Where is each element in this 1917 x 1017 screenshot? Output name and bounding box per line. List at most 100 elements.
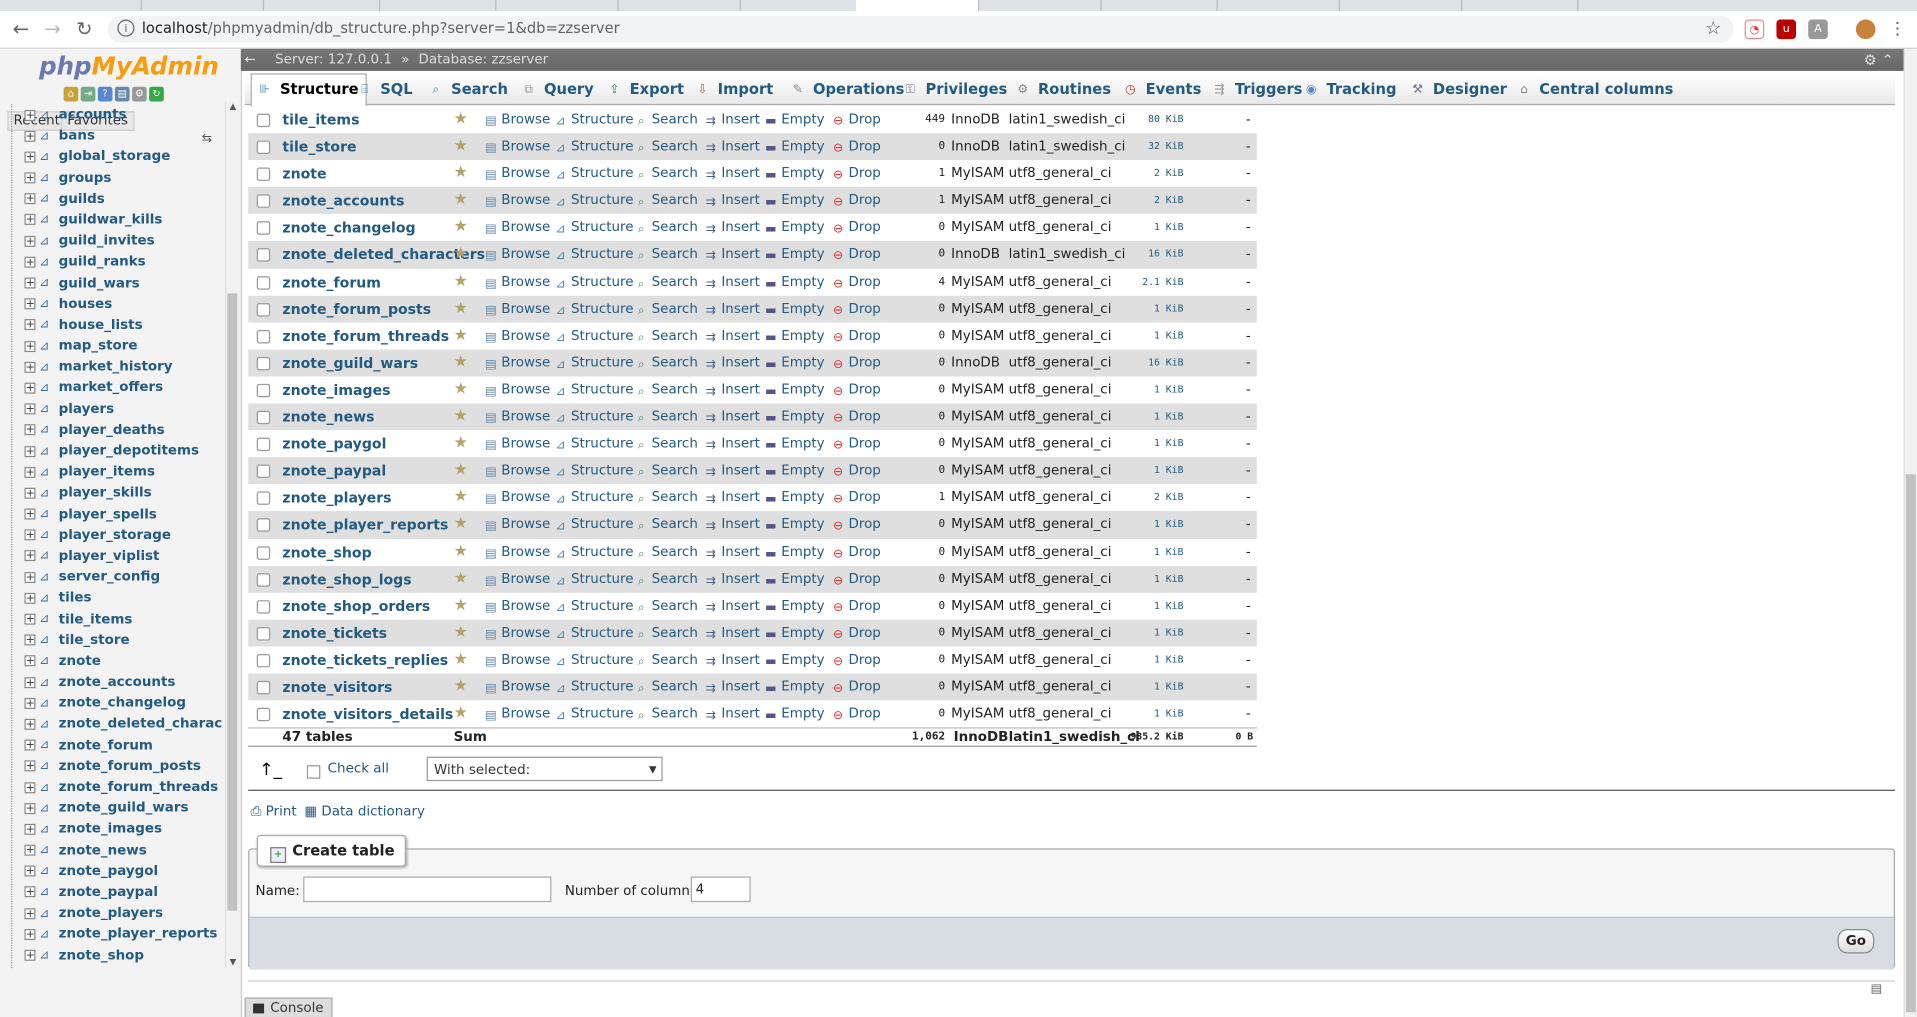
favorite-star-icon[interactable]: ★ — [454, 376, 468, 403]
structure-action[interactable]: ⊿ Structure — [554, 349, 633, 376]
favorite-star-icon[interactable]: ★ — [454, 322, 468, 349]
table-icon[interactable]: ⊿ — [39, 654, 54, 667]
table-size[interactable]: 1 KiB — [1104, 592, 1183, 619]
structure-action[interactable]: ⊿ Structure — [554, 241, 633, 268]
table-icon[interactable]: ⊿ — [39, 255, 54, 268]
tree-item-label[interactable]: houses — [59, 295, 113, 311]
tree-item[interactable]: + ⊿ znote_shop — [24, 944, 222, 965]
structure-action[interactable]: ⊿ Structure — [554, 674, 633, 701]
tree-item[interactable]: + ⊿ znote_paygol — [24, 860, 222, 881]
insert-action[interactable]: ⇉ Insert — [704, 322, 760, 349]
tree-item[interactable]: + ⊿ tile_store — [24, 629, 222, 650]
tree-item[interactable]: + ⊿ guild_wars — [24, 272, 222, 293]
expand-icon[interactable]: + — [24, 886, 36, 898]
structure-action[interactable]: ⊿ Structure — [554, 565, 633, 592]
structure-action[interactable]: ⊿ Structure — [554, 187, 633, 214]
empty-action[interactable]: ▬ Empty — [764, 133, 825, 160]
structure-action[interactable]: ⊿ Structure — [554, 376, 633, 403]
expand-icon[interactable]: + — [24, 403, 36, 415]
row-checkbox[interactable] — [256, 572, 271, 587]
tree-item[interactable]: + ⊿ player_deaths — [24, 419, 222, 440]
table-icon[interactable]: ⊿ — [39, 150, 54, 163]
tree-item[interactable]: + ⊿ znote_paypal — [24, 881, 222, 902]
empty-action[interactable]: ▬ Empty — [764, 674, 825, 701]
tree-item-label[interactable]: guildwar_kills — [59, 211, 163, 227]
tree-item-label[interactable]: map_store — [59, 337, 138, 353]
tree-item[interactable]: + ⊿ znote_accounts — [24, 671, 222, 692]
search-action[interactable]: ⌕ Search — [635, 376, 698, 403]
structure-action[interactable]: ⊿ Structure — [554, 133, 633, 160]
table-size[interactable]: 1 KiB — [1104, 674, 1183, 701]
expand-icon[interactable]: + — [24, 214, 36, 226]
insert-action[interactable]: ⇉ Insert — [704, 403, 760, 430]
tree-item[interactable]: + ⊿ znote — [24, 650, 222, 671]
favorite-star-icon[interactable]: ★ — [454, 430, 468, 457]
extension-icon[interactable]: ◔ — [1744, 19, 1765, 40]
search-action[interactable]: ⌕ Search — [635, 160, 698, 187]
table-icon[interactable]: ⊿ — [39, 108, 54, 121]
expand-icon[interactable]: + — [24, 760, 36, 772]
search-action[interactable]: ⌕ Search — [635, 592, 698, 619]
row-checkbox[interactable] — [256, 248, 271, 263]
table-icon[interactable]: ⊿ — [39, 823, 54, 836]
tree-item[interactable]: + ⊿ tile_items — [24, 608, 222, 629]
tree-item-label[interactable]: global_storage — [59, 148, 171, 164]
tree-item[interactable]: + ⊿ player_skills — [24, 482, 222, 503]
browse-action[interactable]: ▤ Browse — [484, 295, 550, 322]
structure-action[interactable]: ⊿ Structure — [554, 457, 633, 484]
tree-item-label[interactable]: player_skills — [59, 485, 152, 501]
table-size[interactable]: 1 KiB — [1104, 538, 1183, 565]
phpmyadmin-logo[interactable]: phpMyAdmin — [39, 51, 219, 80]
tree-item[interactable]: + ⊿ map_store — [24, 335, 222, 356]
tree-item[interactable]: + ⊿ bans — [24, 125, 222, 146]
tree-item[interactable]: + ⊿ znote_players — [24, 902, 222, 923]
browse-action[interactable]: ▤ Browse — [484, 484, 550, 511]
structure-action[interactable]: ⊿ Structure — [554, 214, 633, 241]
search-action[interactable]: ⌕ Search — [635, 457, 698, 484]
table-icon[interactable]: ⊿ — [39, 865, 54, 878]
search-action[interactable]: ⌕ Search — [635, 133, 698, 160]
expand-icon[interactable]: + — [24, 634, 36, 646]
insert-action[interactable]: ⇉ Insert — [704, 484, 760, 511]
search-action[interactable]: ⌕ Search — [635, 538, 698, 565]
insert-action[interactable]: ⇉ Insert — [704, 701, 760, 728]
search-action[interactable]: ⌕ Search — [635, 701, 698, 728]
row-checkbox[interactable] — [256, 626, 271, 641]
page-scrollbar[interactable] — [1903, 48, 1917, 1017]
table-name-link[interactable]: tile_items — [282, 106, 359, 133]
tree-item[interactable]: + ⊿ market_offers — [24, 377, 222, 398]
favorite-star-icon[interactable]: ★ — [454, 133, 468, 160]
favorite-star-icon[interactable]: ★ — [454, 295, 468, 322]
insert-action[interactable]: ⇉ Insert — [704, 187, 760, 214]
table-icon[interactable]: ⊿ — [39, 213, 54, 226]
table-name-link[interactable]: znote_shop_orders — [282, 592, 430, 619]
tab-import[interactable]: ⇩ Import — [694, 75, 773, 104]
table-size[interactable]: 1 KiB — [1104, 214, 1183, 241]
tree-item-label[interactable]: znote_paypal — [59, 884, 158, 900]
gear-icon[interactable]: ⚙ — [1864, 51, 1877, 68]
tab-export[interactable]: ⇪ Export — [606, 75, 684, 104]
tree-item-label[interactable]: znote_forum_posts — [59, 758, 201, 774]
tree-item[interactable]: + ⊿ accounts — [24, 104, 222, 125]
empty-action[interactable]: ▬ Empty — [764, 214, 825, 241]
tree-item-label[interactable]: accounts — [59, 106, 127, 122]
table-size[interactable]: 2 KiB — [1104, 160, 1183, 187]
search-action[interactable]: ⌕ Search — [635, 511, 698, 538]
search-action[interactable]: ⌕ Search — [635, 430, 698, 457]
structure-action[interactable]: ⊿ Structure — [554, 592, 633, 619]
browser-tab[interactable] — [141, 0, 265, 12]
table-icon[interactable]: ⊿ — [39, 717, 54, 730]
table-size[interactable]: 1 KiB — [1104, 295, 1183, 322]
structure-action[interactable]: ⊿ Structure — [554, 701, 633, 728]
scroll-down-icon[interactable]: ▼ — [226, 957, 239, 967]
empty-action[interactable]: ▬ Empty — [764, 430, 825, 457]
info-icon[interactable]: i — [117, 19, 135, 37]
empty-action[interactable]: ▬ Empty — [764, 511, 825, 538]
tree-item-label[interactable]: market_offers — [59, 379, 163, 395]
table-icon[interactable]: ⊿ — [39, 949, 54, 962]
table-name-link[interactable]: znote_players — [282, 484, 391, 511]
tree-item[interactable]: + ⊿ groups — [24, 167, 222, 188]
expand-icon[interactable]: + — [24, 424, 36, 436]
tree-item-label[interactable]: znote_shop — [59, 947, 144, 963]
table-size[interactable]: 32 KiB — [1104, 133, 1183, 160]
